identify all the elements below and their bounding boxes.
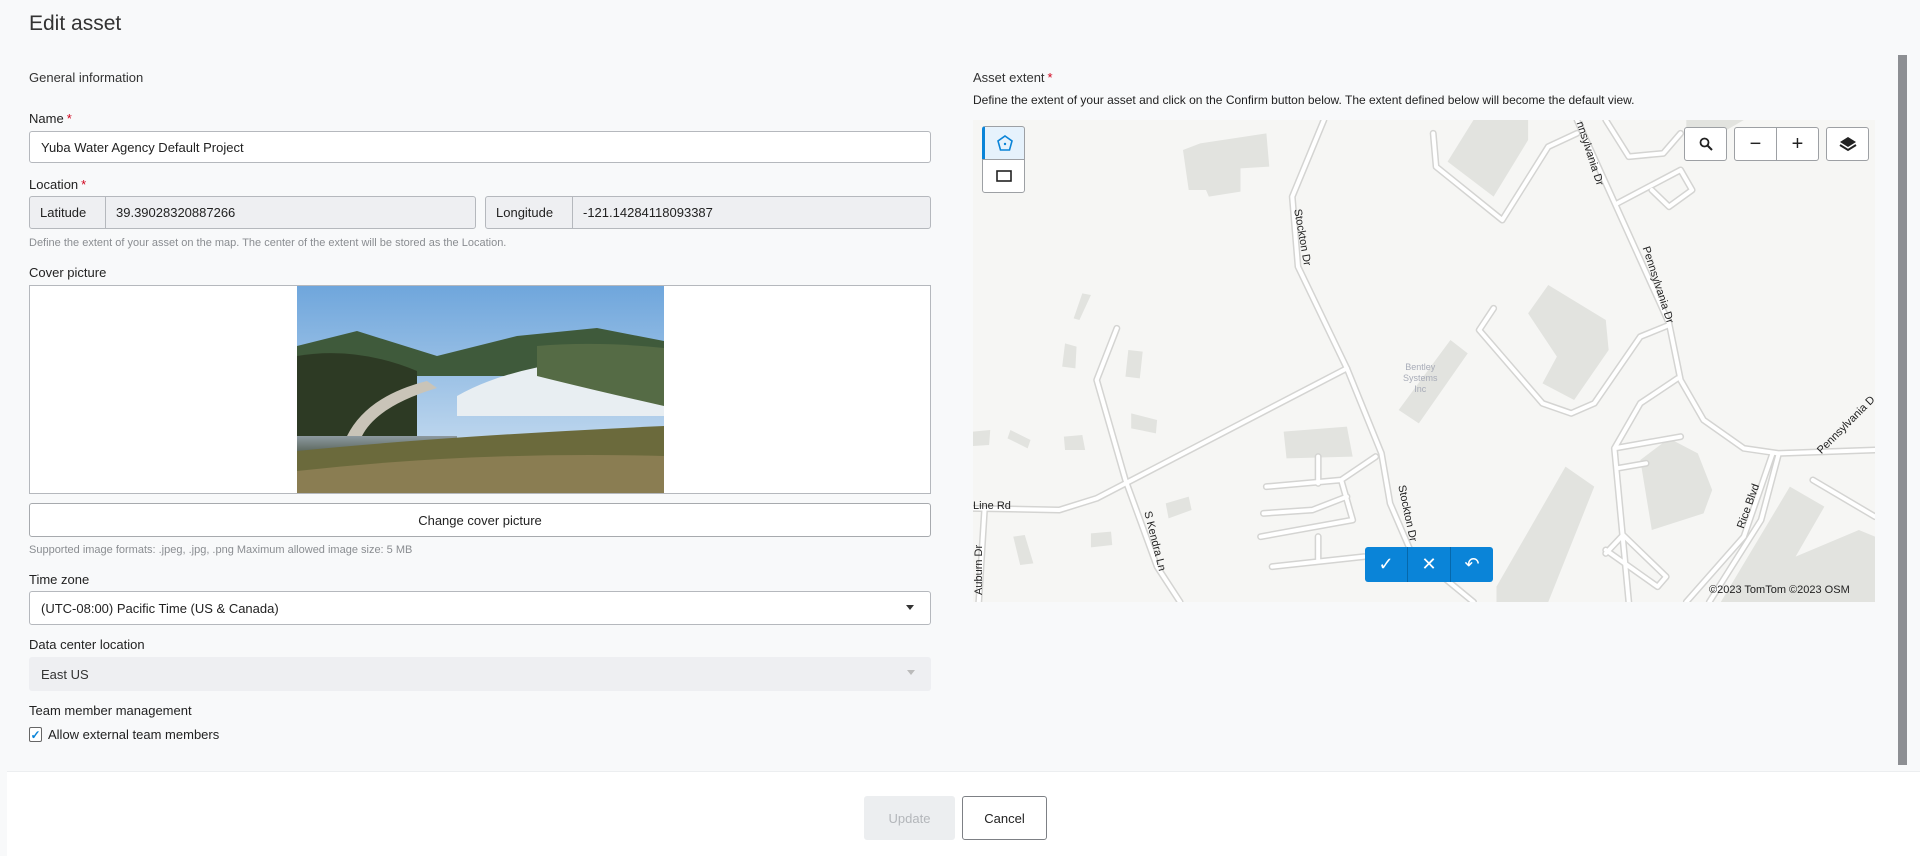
zoom-out-button[interactable]: − [1734, 127, 1777, 161]
name-label: Name * [29, 111, 72, 126]
layers-button[interactable] [1826, 127, 1869, 161]
draw-polygon-button[interactable] [982, 126, 1025, 160]
cancel-extent-button[interactable]: ✕ [1408, 547, 1451, 582]
time-zone-value: (UTC-08:00) Pacific Time (US & Canada) [41, 600, 279, 616]
name-input[interactable]: Yuba Water Agency Default Project [29, 131, 931, 163]
longitude-addon: Longitude [485, 196, 573, 229]
section-general-information: General information [29, 70, 144, 85]
cover-picture-image [297, 286, 664, 493]
street-label: Line Rd [973, 500, 1011, 512]
extent-confirm-bar: ✓ ✕ ↶ [1365, 547, 1493, 582]
pentagon-draw-icon [996, 135, 1013, 151]
map-attribution: ©2023 TomTom ©2023 OSM [1709, 584, 1850, 596]
time-zone-select[interactable]: (UTC-08:00) Pacific Time (US & Canada) [29, 591, 931, 625]
team-management-label: Team member management [29, 703, 192, 718]
data-center-value: East US [41, 666, 89, 682]
longitude-input[interactable]: -121.14284118093387 [572, 196, 931, 229]
cancel-button[interactable]: Cancel [962, 796, 1047, 840]
location-label: Location * [29, 177, 87, 192]
allow-external-checkbox-row[interactable]: ✓ Allow external team members [29, 727, 219, 742]
undo-extent-button[interactable]: ↶ [1451, 547, 1493, 582]
scrollbar-thumb[interactable] [1898, 55, 1907, 765]
cover-picture-hint: Supported image formats: .jpeg, .jpg, .p… [29, 544, 413, 556]
data-center-select: East US [29, 657, 931, 691]
latitude-addon: Latitude [29, 196, 106, 229]
draw-rectangle-button[interactable] [982, 159, 1025, 193]
chevron-down-icon [907, 670, 915, 675]
confirm-extent-button[interactable]: ✓ [1365, 547, 1408, 582]
map[interactable]: Stockton Dr Stockton Dr nnsylvania Dr Pe… [973, 120, 1875, 602]
close-icon: ✕ [1421, 554, 1437, 574]
data-center-label: Data center location [29, 637, 145, 652]
change-cover-picture-button[interactable]: Change cover picture [29, 503, 931, 537]
latitude-input[interactable]: 39.39028320887266 [105, 196, 476, 229]
check-icon: ✓ [1378, 554, 1394, 574]
page-title: Edit asset [29, 12, 122, 35]
undo-icon: ↶ [1464, 554, 1480, 574]
minus-icon: − [1749, 132, 1762, 155]
map-search-button[interactable] [1684, 127, 1727, 161]
poi-label-bentley: Bentley Systems Inc [1403, 362, 1438, 394]
chevron-down-icon [906, 605, 914, 610]
time-zone-label: Time zone [29, 572, 90, 587]
cover-picture-label: Cover picture [29, 265, 107, 280]
cover-picture-frame [29, 285, 931, 494]
update-button[interactable]: Update [864, 796, 955, 840]
allow-external-label: Allow external team members [48, 727, 220, 742]
zoom-in-button[interactable]: + [1776, 127, 1819, 161]
location-hint: Define the extent of your asset on the m… [29, 237, 507, 249]
rectangle-draw-icon [995, 170, 1012, 182]
street-label: Auburn Dr [973, 544, 985, 595]
layers-icon [1838, 137, 1857, 152]
asset-extent-label: Asset extent * [973, 70, 1053, 85]
asset-extent-description: Define the extent of your asset and clic… [973, 93, 1635, 107]
plus-icon: + [1791, 132, 1804, 155]
search-icon [1699, 137, 1713, 151]
allow-external-checkbox[interactable]: ✓ [29, 727, 42, 742]
map-tiles [973, 120, 1875, 602]
